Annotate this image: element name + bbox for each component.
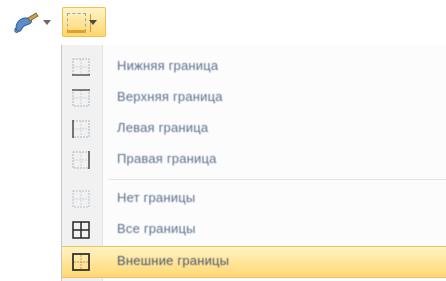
toolbar <box>0 0 446 44</box>
brush-dropdown-arrow-icon[interactable] <box>43 20 51 25</box>
menu-item-all-borders[interactable]: Все границы <box>62 215 446 245</box>
border-left-icon <box>72 120 90 138</box>
border-right-icon <box>72 151 90 169</box>
menu-item-right-border[interactable]: Правая граница <box>62 145 446 175</box>
menu-item-label: Нижняя граница <box>117 58 219 73</box>
borders-dropdown-menu: Нижняя граница Верхняя граница Левая гра… <box>61 45 446 281</box>
chevron-down-icon[interactable] <box>89 20 97 25</box>
outside-borders-icon <box>72 253 90 271</box>
menu-item-label: Нет границы <box>117 190 196 205</box>
paint-brush-icon[interactable] <box>12 10 40 36</box>
bottom-border-icon <box>67 13 86 33</box>
menu-separator <box>108 179 446 180</box>
no-border-icon <box>72 190 90 208</box>
menu-item-label: Левая граница <box>117 120 209 135</box>
borders-button[interactable] <box>62 7 106 37</box>
menu-item-top-border[interactable]: Верхняя граница <box>62 83 446 113</box>
menu-item-no-border[interactable]: Нет границы <box>62 184 446 214</box>
menu-item-label: Внешние границы <box>117 253 230 268</box>
menu-item-bottom-border[interactable]: Нижняя граница <box>62 52 446 82</box>
border-top-icon <box>72 89 90 107</box>
menu-item-left-border[interactable]: Левая граница <box>62 114 446 144</box>
border-bottom-icon <box>72 58 90 76</box>
menu-item-label: Правая граница <box>117 151 217 166</box>
menu-item-label: Все границы <box>117 221 196 236</box>
menu-item-label: Верхняя граница <box>117 89 223 104</box>
all-borders-icon <box>72 221 90 239</box>
menu-item-outside-borders[interactable]: Внешние границы <box>62 246 446 278</box>
